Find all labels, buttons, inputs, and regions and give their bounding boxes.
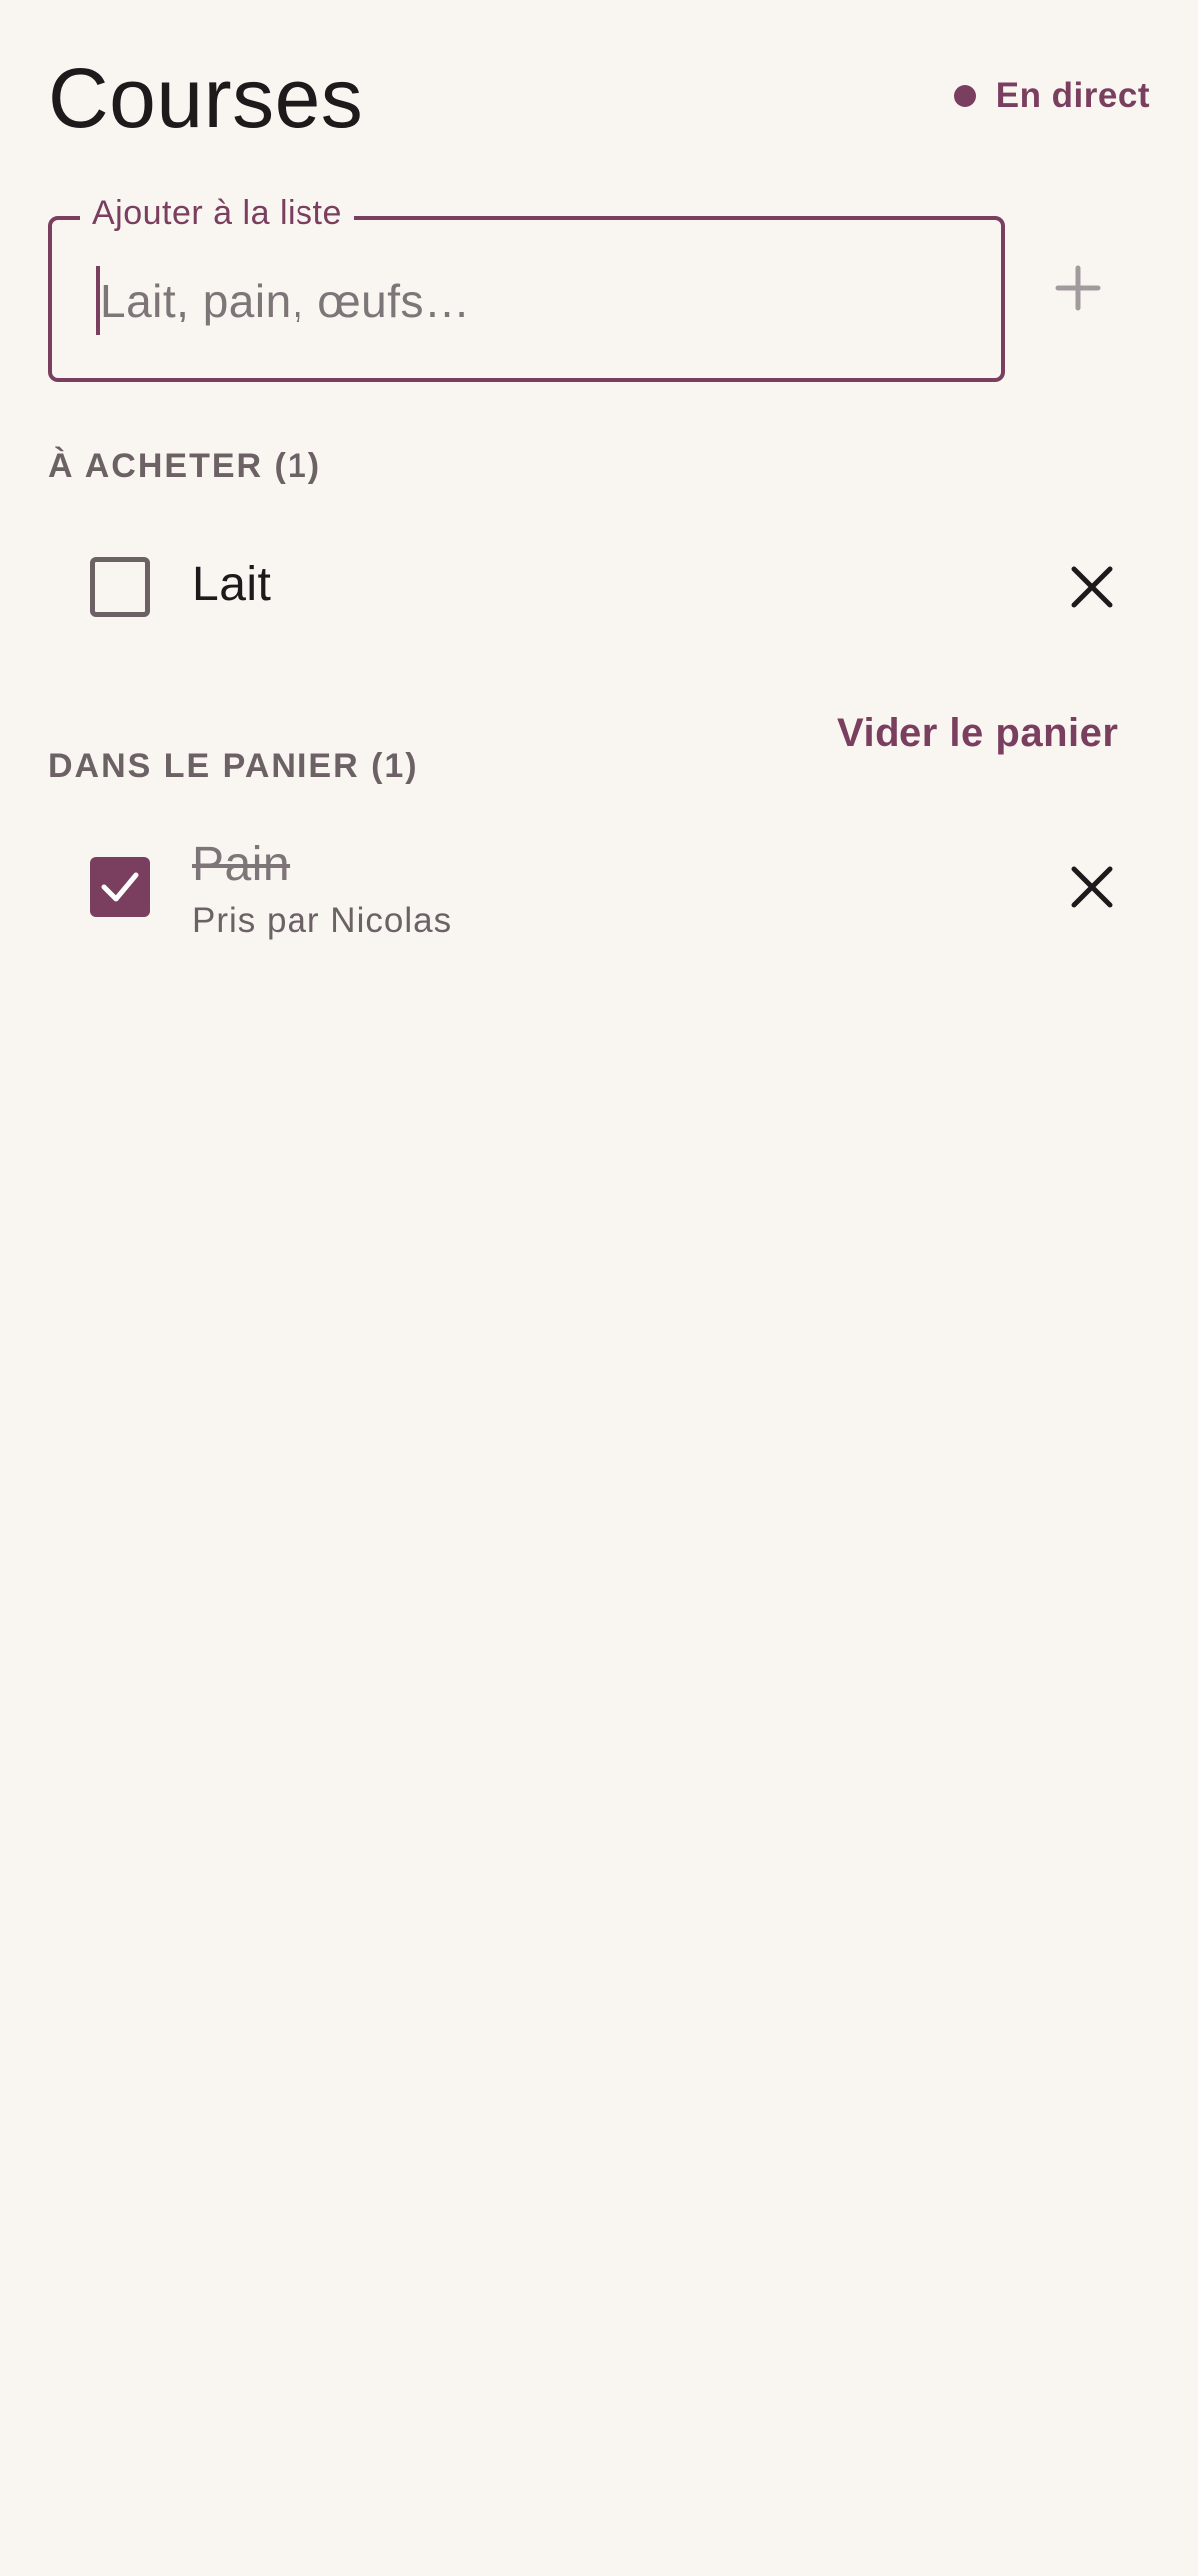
plus-icon	[1055, 265, 1101, 311]
clear-cart-button[interactable]: Vider le panier	[837, 711, 1118, 756]
in-cart-heading: DANS LE PANIER (1)	[48, 747, 419, 785]
delete-item-button[interactable]	[1052, 547, 1132, 627]
add-item-label: Ajouter à la liste	[80, 194, 354, 233]
to-buy-heading: À ACHETER (1)	[48, 447, 322, 485]
page-title: Courses	[48, 51, 364, 145]
item-name: Pain	[192, 838, 291, 891]
close-icon	[1071, 866, 1113, 908]
live-dot-icon	[953, 85, 976, 107]
add-item-button[interactable]	[1038, 248, 1118, 327]
list-item: Lait	[48, 547, 1150, 627]
item-name: Lait	[192, 558, 272, 611]
add-item-field[interactable]: Ajouter à la liste	[48, 194, 1005, 382]
close-icon	[1071, 566, 1113, 608]
item-taken-by: Pris par Nicolas	[192, 901, 453, 940]
item-checkbox[interactable]	[90, 557, 150, 617]
list-item: Pain Pris par Nicolas	[48, 831, 1150, 961]
checkmark-icon	[101, 872, 139, 902]
add-item-input[interactable]	[100, 256, 958, 345]
live-status-indicator: En direct	[953, 76, 1150, 116]
item-checkbox-checked[interactable]	[90, 857, 150, 917]
app-header: Courses En direct	[48, 40, 1150, 150]
delete-item-button[interactable]	[1052, 847, 1132, 927]
live-status-label: En direct	[995, 76, 1150, 115]
